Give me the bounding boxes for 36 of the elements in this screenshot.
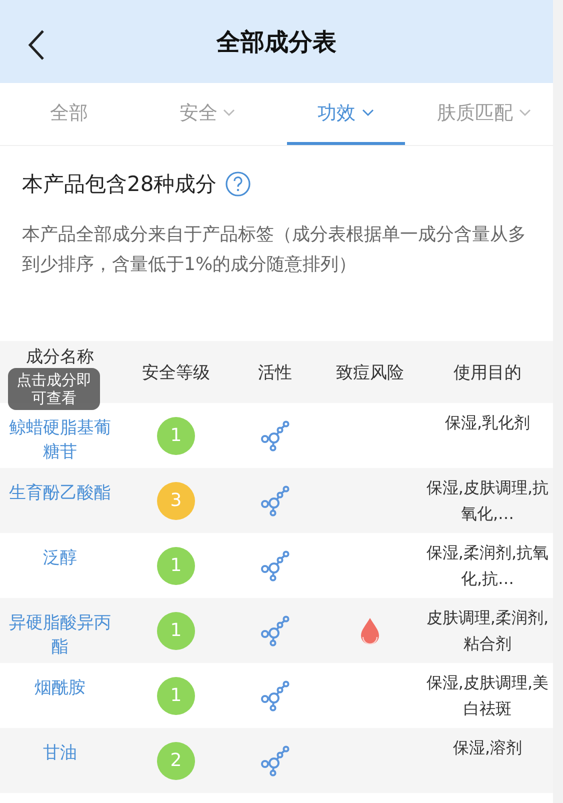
usage-purpose: 皮肤调理,柔润剂,粘合剂 [425,607,550,655]
description: 本产品全部成分来自于产品标签（成分表根据单一成分含量从多到少排序，含量低于1%的成分随意排列） [22,223,527,277]
column-header: 使用目的 [454,362,522,384]
ingredient-link[interactable]: 烟酰胺 [26,676,94,700]
filter-tab[interactable]: 功效 [286,83,405,145]
usage-purpose: 保湿,柔润剂,抗氧化,抗… [425,542,550,590]
ingredient-link[interactable]: 泛醇 [35,546,85,570]
column-header: 成分名称 [26,346,94,368]
safety-level-badge: 1 [157,416,195,454]
safety-level-badge: 1 [157,546,195,584]
filter-tab[interactable]: 全部 [10,83,128,145]
safety-level-badge: 3 [157,482,195,520]
usage-purpose: 保湿,皮肤调理,美白祛斑 [425,672,550,720]
page-title: 全部成分表 [216,26,336,58]
column-header: 致痘风险 [336,362,404,384]
safety-level-badge: 1 [157,676,195,714]
help-icon[interactable] [224,171,251,197]
ingredient-count: 本产品包含28种成分 [22,171,217,198]
usage-purpose: 保湿,皮肤调理,抗氧化,… [425,477,550,525]
usage-purpose: 保湿,乳化剂 [444,412,532,434]
safety-level-badge: 2 [157,742,195,780]
filter-tab[interactable]: 肤质匹配 [424,83,543,145]
tooltip: 点击成分即可查看 [8,368,100,410]
usage-purpose: 保湿,溶剂 [452,737,524,759]
safety-level-badge: 1 [157,612,195,650]
ingredient-link[interactable]: 异硬脂酸异丙酯 [0,611,120,659]
filter-tab[interactable]: 安全 [148,83,266,145]
ingredient-link[interactable]: 鲸蜡硬脂基葡糖苷 [0,416,120,464]
ingredient-link[interactable]: 甘油 [35,741,85,765]
ingredient-link[interactable]: 生育酚乙酸酯 [1,481,119,505]
caret-icon [362,108,374,116]
caret-icon [223,108,236,116]
column-header: 活性 [258,362,292,384]
back-icon[interactable] [27,29,45,61]
caret-icon [518,108,531,116]
column-header: 安全等级 [142,362,210,384]
